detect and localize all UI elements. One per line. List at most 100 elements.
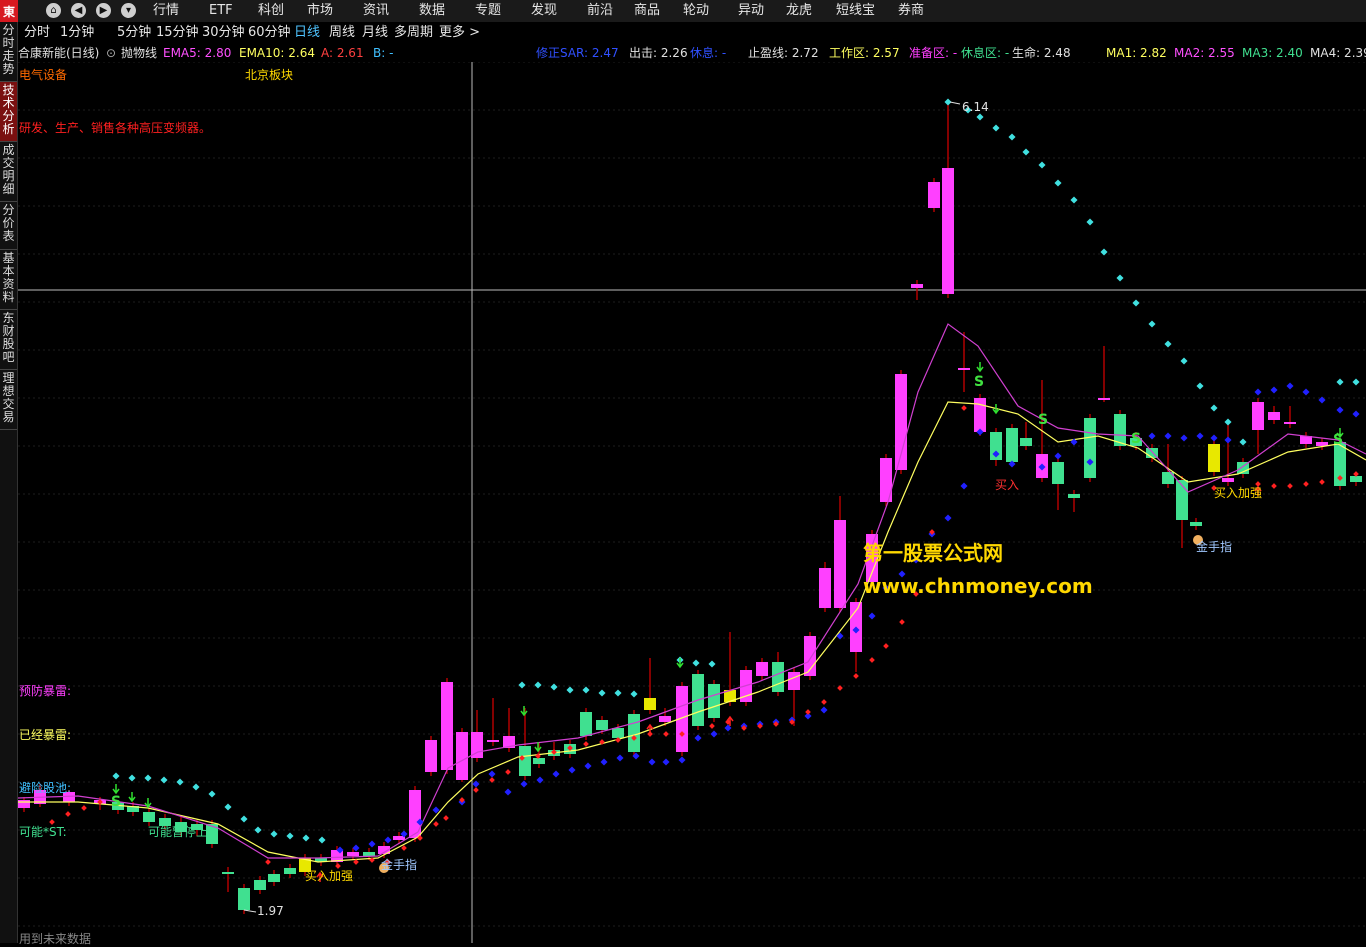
rest-value: 休息: - — [690, 46, 727, 60]
forward-icon[interactable]: ▶ — [96, 3, 111, 18]
candle-body — [143, 812, 155, 822]
top-menu-item[interactable]: 商品 — [634, 0, 660, 22]
candle-body — [347, 852, 359, 856]
period-tab-multi[interactable]: 多周期 — [394, 22, 433, 44]
sar-dot-cyan — [270, 830, 278, 838]
sar-dot-red — [81, 805, 87, 811]
top-menu-item[interactable]: 发现 — [531, 0, 557, 22]
top-menu-item[interactable]: 异动 — [738, 0, 764, 22]
top-menu-item[interactable]: 市场 — [307, 0, 333, 22]
already-risk-label: 已经暴雷: — [19, 728, 72, 742]
sar-dot-cyan — [1148, 320, 1156, 328]
low-marker-line — [243, 909, 257, 913]
top-menu-item[interactable]: 龙虎 — [786, 0, 812, 22]
top-menu-item[interactable]: 数据 — [419, 0, 445, 22]
sar-dot-cyan — [160, 776, 168, 784]
possible-st-label: 可能*ST: — [19, 825, 67, 839]
sidebar-tab-basic-info[interactable]: 基本资料 — [0, 250, 17, 310]
top-menu-item[interactable]: 行情 — [153, 0, 179, 22]
ema-magenta-line — [18, 323, 1366, 859]
sidebar-tab-technical-analysis[interactable]: 技术分析 — [0, 82, 17, 142]
period-tab-15min[interactable]: 15分钟 — [156, 22, 199, 44]
period-tab-monthly[interactable]: 月线 — [362, 22, 388, 44]
period-tab-daily[interactable]: 日线 — [294, 22, 320, 44]
candle-body — [628, 714, 640, 752]
sar-dot-cyan — [112, 772, 120, 780]
sar-dot-cyan — [1100, 248, 1108, 256]
candle-body — [834, 520, 846, 608]
candle-body — [1006, 428, 1018, 462]
period-tab-more[interactable]: 更多 > — [439, 22, 480, 44]
sar-dot-cyan — [598, 689, 606, 697]
dropdown-icon[interactable]: ▾ — [121, 3, 136, 18]
sar-dot-cyan — [224, 803, 232, 811]
indicator-toggle-icon[interactable]: ⊙ — [106, 44, 116, 62]
top-menu-item[interactable]: 券商 — [898, 0, 924, 22]
period-tab-1min[interactable]: 1分钟 — [60, 22, 94, 44]
sar-dot-cyan — [240, 815, 248, 823]
period-tab-5min[interactable]: 5分钟 — [117, 22, 151, 44]
sar-dot-cyan — [1116, 274, 1124, 282]
gold-finger-label-2: 金手指 — [1196, 540, 1233, 554]
home-icon[interactable]: ⌂ — [46, 3, 61, 18]
period-tab-30min[interactable]: 30分钟 — [202, 22, 245, 44]
s-mark-1: S — [111, 794, 122, 810]
sar-dot-blue — [584, 762, 592, 770]
period-tab-timeshare[interactable]: 分时 — [24, 22, 50, 44]
a-value: A: 2.61 — [321, 46, 364, 60]
possible-halt-label: 可能暂停上 — [148, 825, 209, 839]
sar-dot-cyan — [1038, 161, 1046, 169]
candle-body — [708, 684, 720, 718]
candle-body — [238, 888, 250, 910]
period-tab-weekly[interactable]: 周线 — [329, 22, 355, 44]
sell-arrow-icon — [520, 706, 528, 717]
sidebar-tab-price-table[interactable]: 分价表 — [0, 202, 17, 250]
top-menu-item[interactable]: 科创 — [258, 0, 284, 22]
sidebar-tab-time-sharing[interactable]: 分时走势 — [0, 22, 17, 82]
logo-text: 東 — [3, 5, 16, 19]
back-icon[interactable]: ◀ — [71, 3, 86, 18]
sar-dot-blue — [820, 706, 828, 714]
candle-body — [756, 662, 768, 676]
candle-body — [958, 368, 970, 370]
indicator-name[interactable]: 抛物线 — [121, 44, 157, 62]
stop-profit-value: 止盈线: 2.72 — [748, 46, 819, 60]
sar-dot-blue — [1224, 436, 1232, 444]
candle-body — [254, 880, 266, 890]
buy-strong-label-2: 买入加强 — [1214, 486, 1263, 500]
sar-dot-cyan — [1196, 382, 1204, 390]
top-menu-item[interactable]: ETF — [209, 0, 233, 22]
sar-dot-cyan — [992, 124, 1000, 132]
sar-dot-blue — [1148, 432, 1156, 440]
sar-dot-cyan — [550, 683, 558, 691]
candle-body — [1350, 476, 1362, 482]
sar-dot-cyan — [318, 836, 326, 844]
top-menu-item[interactable]: 专题 — [475, 0, 501, 22]
high-price-label: 6.14 — [962, 100, 989, 114]
candle-body — [456, 732, 468, 780]
sidebar-tab-forum[interactable]: 东财股吧 — [0, 310, 17, 370]
sar-dot-blue — [1210, 434, 1218, 442]
top-menu-item[interactable]: 短线宝 — [836, 0, 875, 22]
candle-body — [644, 698, 656, 710]
sar-dot-red — [505, 769, 511, 775]
top-menu-item[interactable]: 资讯 — [363, 0, 389, 22]
s-mark-4: S — [1131, 431, 1142, 447]
top-menu-item[interactable]: 前沿 — [587, 0, 613, 22]
candle-body — [659, 716, 671, 722]
sar-dot-cyan — [1352, 378, 1360, 386]
indicator-info-bar: 合康新能(日线) ⊙ 抛物线 EMA5: 2.80 EMA10: 2.64 A:… — [18, 44, 1366, 62]
sar-dot-cyan — [128, 774, 136, 782]
sidebar-tab-ideal-trade[interactable]: 理想交易 — [0, 370, 17, 430]
candle-body — [1084, 418, 1096, 478]
sar-dot-blue — [648, 758, 656, 766]
period-tab-60min[interactable]: 60分钟 — [248, 22, 291, 44]
kline-chart[interactable] — [18, 62, 1366, 943]
top-menu-bar: 東 ⌂ ◀ ▶ ▾ 行情 ETF 科创 市场 资讯 数据 专题 发现 前沿 商品 轮动 异动 龙虎 短线宝… — [0, 0, 1366, 23]
sar-dot-blue — [662, 758, 670, 766]
candle-body — [772, 662, 784, 692]
sar-dot-cyan — [1022, 148, 1030, 156]
top-menu-item[interactable]: 轮动 — [683, 0, 709, 22]
sidebar-tab-trade-details[interactable]: 成交明细 — [0, 142, 17, 202]
sar-dot-cyan — [1008, 133, 1016, 141]
